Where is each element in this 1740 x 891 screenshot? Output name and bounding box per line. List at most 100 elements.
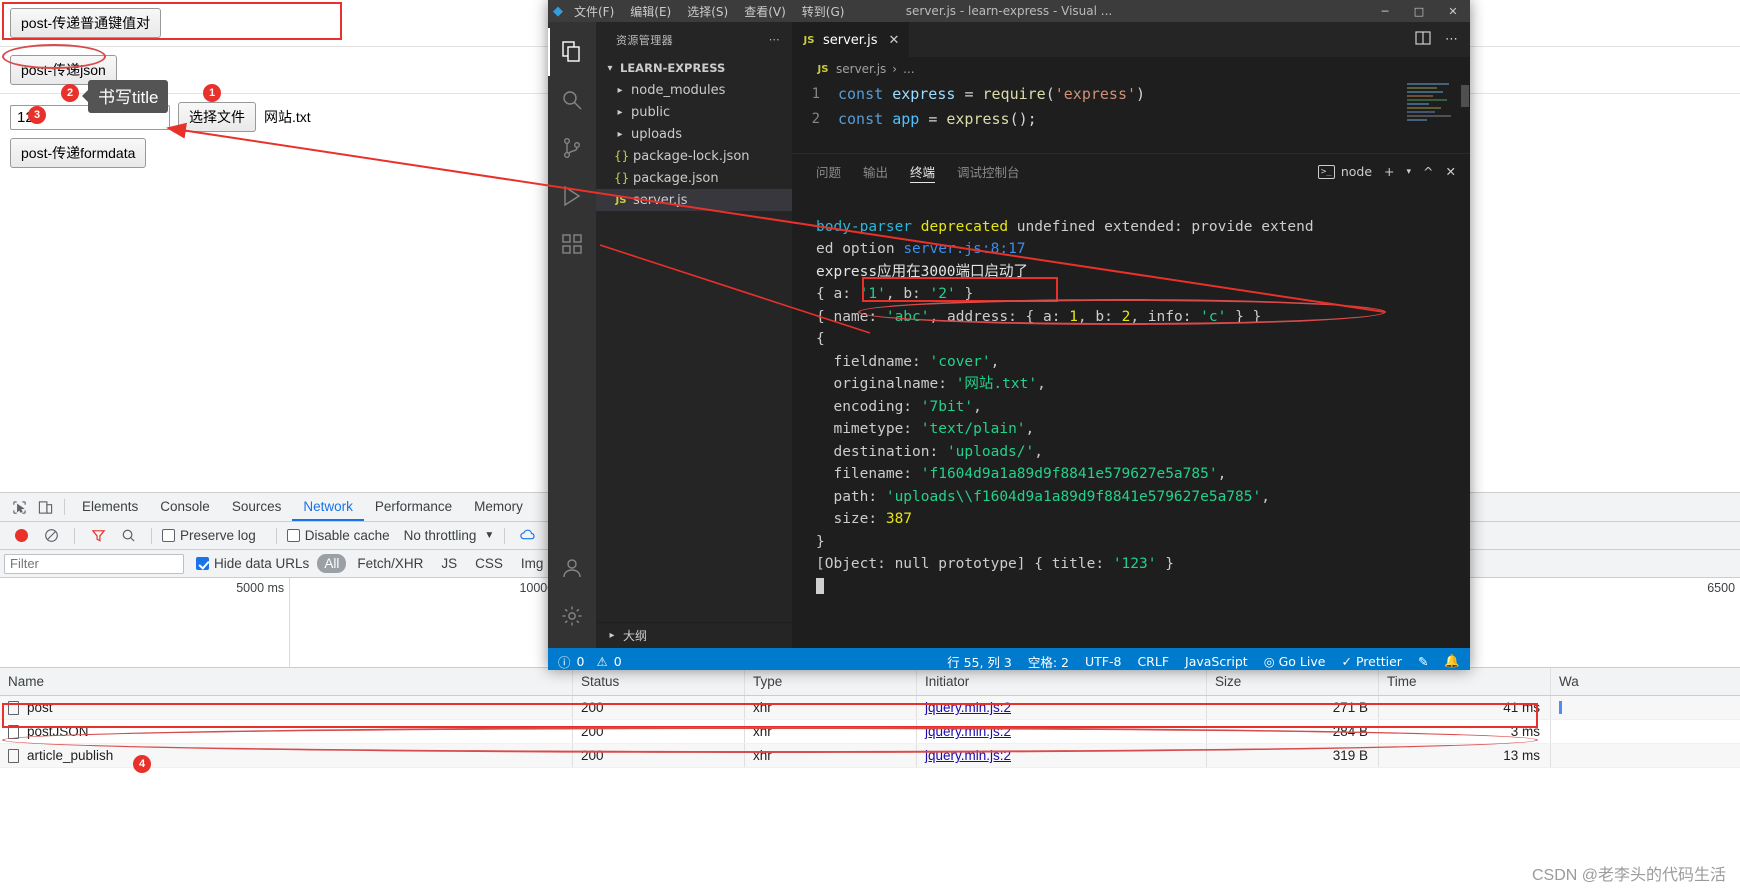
- initiator-link[interactable]: jquery.min.js:2: [925, 700, 1011, 715]
- table-row[interactable]: post 200 xhr jquery.min.js:2 271 B 41 ms: [0, 696, 1740, 720]
- bell-icon[interactable]: 🔔: [1444, 653, 1460, 669]
- table-row[interactable]: postJSON 200 xhr jquery.min.js:2 284 B 3…: [0, 720, 1740, 744]
- request-name: postJSON: [27, 724, 89, 739]
- initiator-link[interactable]: jquery.min.js:2: [925, 748, 1011, 763]
- cell-type: xhr: [745, 696, 917, 719]
- feedback-icon[interactable]: ✎: [1418, 654, 1428, 669]
- divider: [151, 527, 152, 544]
- code-editor[interactable]: 1 const express = require('express') 2 c…: [792, 81, 1470, 153]
- editor-more-icon[interactable]: ⋯: [1445, 32, 1458, 47]
- extensions-icon[interactable]: [548, 220, 596, 268]
- import-har-icon[interactable]: [515, 524, 541, 548]
- split-editor-icon[interactable]: [1415, 30, 1431, 50]
- table-row[interactable]: article_publish 200 xhr jquery.min.js:2 …: [0, 744, 1740, 768]
- filter-type-img[interactable]: Img: [514, 554, 551, 573]
- tab-console[interactable]: Console: [149, 493, 221, 521]
- filter-icon[interactable]: [85, 524, 111, 548]
- tree-item-public[interactable]: ▸ public: [596, 101, 792, 123]
- eol[interactable]: CRLF: [1137, 654, 1169, 669]
- new-terminal-icon[interactable]: +: [1384, 164, 1394, 179]
- cell-time: 13 ms: [1379, 744, 1551, 767]
- vscode-window-title: server.js - learn-express - Visual ...: [905, 4, 1113, 18]
- tab-performance[interactable]: Performance: [364, 493, 463, 521]
- col-header-size[interactable]: Size: [1207, 668, 1379, 695]
- breadcrumb-rest[interactable]: ...: [903, 62, 914, 76]
- maximize-icon[interactable]: □: [1402, 0, 1436, 22]
- terminal-selector[interactable]: >_ node: [1317, 164, 1372, 179]
- panel-tab-terminal[interactable]: 终端: [910, 154, 936, 189]
- filter-type-js[interactable]: JS: [434, 554, 464, 573]
- chevron-right-icon: ▸: [617, 106, 623, 118]
- panel-tab-output[interactable]: 输出: [863, 154, 888, 189]
- explorer-more-icon[interactable]: ⋯: [769, 33, 780, 46]
- maximize-panel-icon[interactable]: ^: [1423, 164, 1433, 179]
- panel-tab-debug-console[interactable]: 调试控制台: [957, 154, 1020, 189]
- col-header-status[interactable]: Status: [573, 668, 745, 695]
- scrollbar-thumb[interactable]: [1461, 85, 1469, 107]
- close-icon[interactable]: ✕: [1436, 0, 1470, 22]
- tab-memory[interactable]: Memory: [463, 493, 534, 521]
- run-debug-icon[interactable]: [548, 172, 596, 220]
- col-header-time[interactable]: Time: [1379, 668, 1551, 695]
- manage-settings-icon[interactable]: [548, 592, 596, 640]
- chevron-down-icon[interactable]: ▾: [1407, 167, 1412, 177]
- explorer-icon[interactable]: [548, 28, 596, 76]
- col-header-name[interactable]: Name: [0, 668, 573, 695]
- filter-type-css[interactable]: CSS: [468, 554, 510, 573]
- cell-initiator: jquery.min.js:2: [917, 744, 1207, 767]
- device-toolbar-icon[interactable]: [32, 495, 58, 519]
- tree-item-server-js[interactable]: JS server.js: [596, 189, 792, 211]
- filter-input[interactable]: [4, 553, 184, 574]
- col-header-waterfall[interactable]: Wa: [1551, 668, 1740, 695]
- post-formdata-button[interactable]: post-传递formdata: [10, 138, 147, 168]
- editor-tab-server-js[interactable]: JS server.js ✕: [792, 22, 910, 57]
- preserve-log-checkbox[interactable]: Preserve log: [162, 528, 266, 543]
- tree-item-package-lock-json[interactable]: {} package-lock.json: [596, 145, 792, 167]
- source-control-icon[interactable]: [548, 124, 596, 172]
- indentation[interactable]: 空格: 2: [1028, 652, 1069, 671]
- record-button[interactable]: [8, 524, 34, 548]
- encoding[interactable]: UTF-8: [1085, 654, 1121, 669]
- close-panel-icon[interactable]: ✕: [1446, 164, 1456, 179]
- search-icon[interactable]: [115, 524, 141, 548]
- col-header-initiator[interactable]: Initiator: [917, 668, 1207, 695]
- statusbar-problems[interactable]: ⓘ 0 ⚠ 0: [558, 652, 622, 671]
- outline-section[interactable]: ▸ 大纲: [596, 622, 792, 648]
- tab-elements[interactable]: Elements: [71, 493, 149, 521]
- tree-item-uploads[interactable]: ▸ uploads: [596, 123, 792, 145]
- minimize-icon[interactable]: ─: [1368, 0, 1402, 22]
- tree-item-node_modules[interactable]: ▸ node_modules: [596, 79, 792, 101]
- breadcrumb-file[interactable]: server.js: [836, 62, 886, 76]
- prettier-button[interactable]: ✓ Prettier: [1341, 654, 1401, 669]
- tab-network[interactable]: Network: [292, 493, 364, 521]
- clear-button[interactable]: [38, 524, 64, 548]
- chevron-down-icon[interactable]: ▼: [484, 530, 494, 541]
- minimap[interactable]: [1404, 81, 1460, 153]
- tree-item-package-json[interactable]: {} package.json: [596, 167, 792, 189]
- language-mode[interactable]: JavaScript: [1185, 654, 1248, 669]
- hide-data-urls-checkbox[interactable]: Hide data URLs: [196, 556, 313, 571]
- workspace-root-row[interactable]: ▾ LEARN-EXPRESS: [596, 57, 792, 79]
- prettier-label: Prettier: [1355, 653, 1402, 669]
- disable-cache-checkbox[interactable]: Disable cache: [286, 528, 400, 543]
- file-select-button[interactable]: 选择文件: [178, 102, 256, 132]
- inspect-element-icon[interactable]: [6, 495, 32, 519]
- breadcrumb-separator-icon: ›: [892, 62, 898, 76]
- tab-sources[interactable]: Sources: [221, 493, 293, 521]
- go-live-button[interactable]: ◎ Go Live: [1264, 654, 1326, 669]
- account-icon[interactable]: [548, 544, 596, 592]
- throttling-select[interactable]: No throttling: [404, 528, 477, 543]
- close-icon[interactable]: ✕: [888, 33, 899, 48]
- search-icon[interactable]: [548, 76, 596, 124]
- initiator-link[interactable]: jquery.min.js:2: [925, 724, 1011, 739]
- terminal-output[interactable]: body-parser deprecated undefined extende…: [792, 189, 1470, 648]
- filter-type-fetch-xhr[interactable]: Fetch/XHR: [350, 554, 430, 573]
- post-plain-keyvalue-button[interactable]: post-传递普通键值对: [10, 8, 162, 38]
- col-header-type[interactable]: Type: [745, 668, 917, 695]
- editor-scrollbar[interactable]: [1460, 81, 1470, 153]
- panel-tab-problems[interactable]: 问题: [816, 154, 841, 189]
- window-controls[interactable]: ─ □ ✕: [1368, 0, 1470, 22]
- filter-type-all[interactable]: All: [317, 554, 347, 573]
- cursor-position[interactable]: 行 55, 列 3: [947, 652, 1012, 671]
- breadcrumb[interactable]: JS server.js › ...: [792, 57, 1470, 81]
